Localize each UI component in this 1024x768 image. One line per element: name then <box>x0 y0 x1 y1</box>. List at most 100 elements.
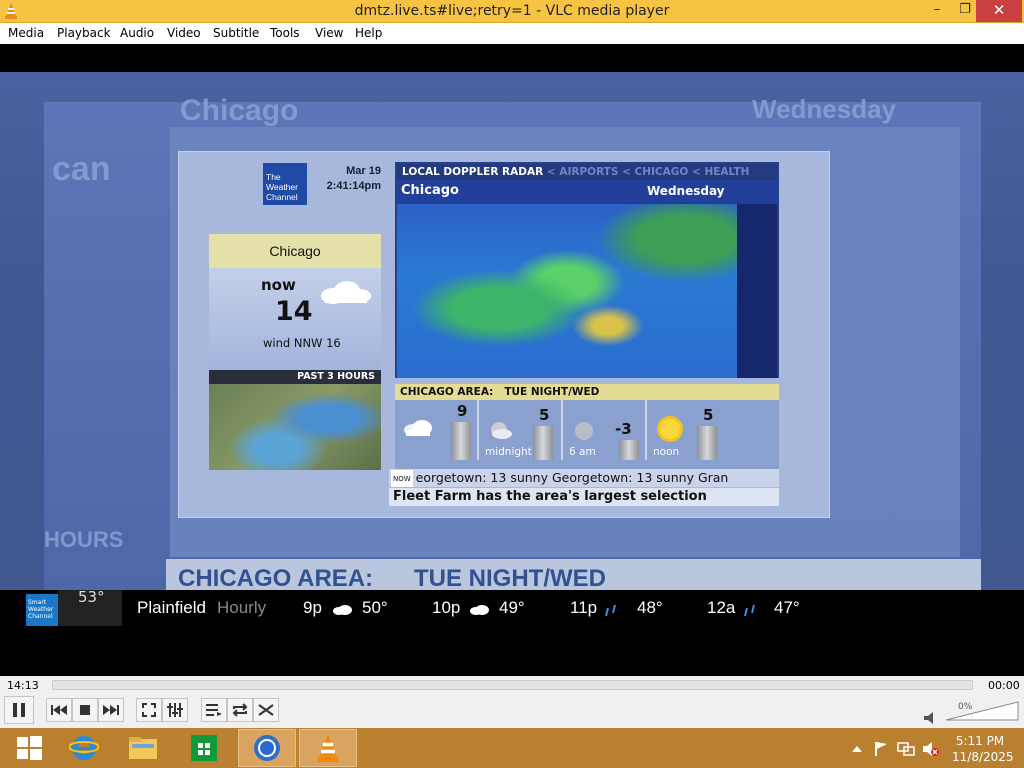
previous-icon <box>51 705 67 715</box>
cloud-icon <box>470 605 489 615</box>
time-text: 2:41:14pm <box>326 180 381 192</box>
radar-tab-health: HEALTH <box>704 166 750 178</box>
hour-time: 10p <box>432 598 461 617</box>
menu-media[interactable]: Media <box>8 26 44 40</box>
forecast-period-1: 9 <box>395 400 479 460</box>
taskbar-internet-explorer[interactable] <box>55 729 113 767</box>
temp-bar <box>451 422 471 460</box>
radar-header: LOCAL DOPPLER RADAR < AIRPORTS < CHICAGO… <box>397 164 777 180</box>
menu-audio[interactable]: Audio <box>120 26 154 40</box>
extended-settings-button[interactable] <box>162 698 188 722</box>
rain-icon <box>605 604 616 617</box>
previous-button[interactable] <box>46 698 72 722</box>
doppler-radar-panel: LOCAL DOPPLER RADAR < AIRPORTS < CHICAGO… <box>395 162 779 378</box>
start-button[interactable] <box>0 729 58 767</box>
ticker-line-2: Fleet Farm has the area's largest select… <box>389 488 779 506</box>
windows-logo-icon <box>17 736 42 760</box>
minimize-button[interactable]: – <box>922 0 952 22</box>
shuffle-button[interactable] <box>253 698 279 722</box>
taskbar-vlc[interactable] <box>299 729 357 767</box>
close-button[interactable]: ✕ <box>976 0 1022 22</box>
wind-text: wind NNW 16 <box>263 336 341 350</box>
radar-subheader: Chicago Wednesday <box>397 180 777 202</box>
temp-bar <box>533 426 553 460</box>
forecast-temp: -3 <box>615 420 632 438</box>
weather-screen: The Weather Channel Mar 19 2:41:14pm Chi… <box>178 151 830 518</box>
loop-button[interactable] <box>227 698 253 722</box>
vlc-cone-icon <box>317 734 339 762</box>
hour-time: 11p <box>570 598 598 617</box>
volume-slider[interactable] <box>944 700 1020 722</box>
pause-icon <box>13 703 25 717</box>
remaining-time[interactable]: 00:00 <box>988 679 1020 692</box>
stop-button[interactable] <box>72 698 98 722</box>
menu-view[interactable]: View <box>315 26 343 40</box>
speaker-icon[interactable] <box>924 712 936 724</box>
rain-icon <box>744 604 755 617</box>
radar-map <box>397 204 737 378</box>
taskbar-chrome[interactable] <box>238 729 296 767</box>
temp-bar <box>619 440 639 460</box>
next-button[interactable] <box>98 698 124 722</box>
fullscreen-button[interactable] <box>136 698 162 722</box>
forecast-area: CHICAGO AREA: <box>400 386 494 398</box>
radar-city: Chicago <box>401 183 459 198</box>
radar-side-panel <box>737 204 777 378</box>
ghost-area-label: CHICAGO AREA: <box>178 565 374 592</box>
forecast-label: noon <box>653 446 680 458</box>
taskbar-clock[interactable]: 5:11 PM 11/8/2025 <box>952 733 1014 765</box>
taskbar <box>0 728 1024 768</box>
weather-channel-logo: The Weather Channel <box>263 163 307 205</box>
action-center-flag-icon[interactable] <box>873 741 889 757</box>
volume-muted-icon[interactable] <box>922 741 940 757</box>
temp-bar <box>697 426 717 460</box>
datetime: Mar 19 2:41:14pm <box>317 164 381 194</box>
hour-temp: 48° <box>637 598 663 617</box>
seek-bar[interactable] <box>52 680 973 690</box>
network-icon[interactable] <box>897 741 915 757</box>
folder-icon <box>129 737 157 759</box>
now-badge: NOW <box>391 469 413 487</box>
forecast-period: TUE NIGHT/WED <box>504 386 600 398</box>
ghost-hours: HOURS <box>44 527 124 552</box>
menu-video[interactable]: Video <box>167 26 201 40</box>
menu-help[interactable]: Help <box>355 26 382 40</box>
menu-tools[interactable]: Tools <box>270 26 300 40</box>
pause-button[interactable] <box>4 696 34 724</box>
forecast-period-3: -3 6 am <box>563 400 647 460</box>
hour-time: 12a <box>707 598 736 617</box>
loop-icon <box>232 703 248 717</box>
internet-explorer-icon <box>69 736 99 760</box>
forecast-temp: 5 <box>539 406 550 424</box>
taskbar-file-explorer[interactable] <box>114 729 172 767</box>
radar-tab-airports: AIRPORTS <box>559 166 619 178</box>
chrome-icon <box>254 735 280 761</box>
equalizer-icon <box>167 703 183 717</box>
next-icon <box>103 705 119 715</box>
partly-cloudy-icon <box>404 420 432 436</box>
date-text: Mar 19 <box>346 165 381 177</box>
fullscreen-icon <box>142 703 156 717</box>
moon-icon <box>575 422 593 440</box>
stop-icon <box>80 705 90 715</box>
forecast-temp: 9 <box>457 402 468 420</box>
taskbar-store[interactable] <box>175 729 233 767</box>
forecast-header: CHICAGO AREA: TUE NIGHT/WED <box>395 384 779 400</box>
menu-subtitle[interactable]: Subtitle <box>213 26 259 40</box>
hour-time: 9p <box>303 598 322 617</box>
forecast-label: 6 am <box>569 446 596 458</box>
current-conditions-card: Chicago now 14 wind NNW 16 <box>209 234 381 384</box>
show-hidden-icons-icon[interactable] <box>852 745 862 753</box>
smart-weather-logo: Smart Weather Channel <box>26 594 58 626</box>
store-icon <box>191 735 217 761</box>
menu-playback[interactable]: Playback <box>57 26 111 40</box>
playlist-button[interactable] <box>201 698 227 722</box>
radar-tab-chicago: CHICAGO <box>634 166 689 178</box>
mini-radar-map <box>209 384 381 470</box>
playlist-icon <box>206 704 222 716</box>
clock-time: 5:11 PM <box>955 734 1005 748</box>
ghost-day: Wednesday <box>752 94 897 124</box>
video-area[interactable]: Chicago Wednesday can HOURS CHICAGO AREA… <box>0 44 1024 676</box>
volume-percent: 0% <box>958 702 973 712</box>
ticker-text-1: eorgetown: 13 sunny Georgetown: 13 sunny… <box>415 470 729 485</box>
